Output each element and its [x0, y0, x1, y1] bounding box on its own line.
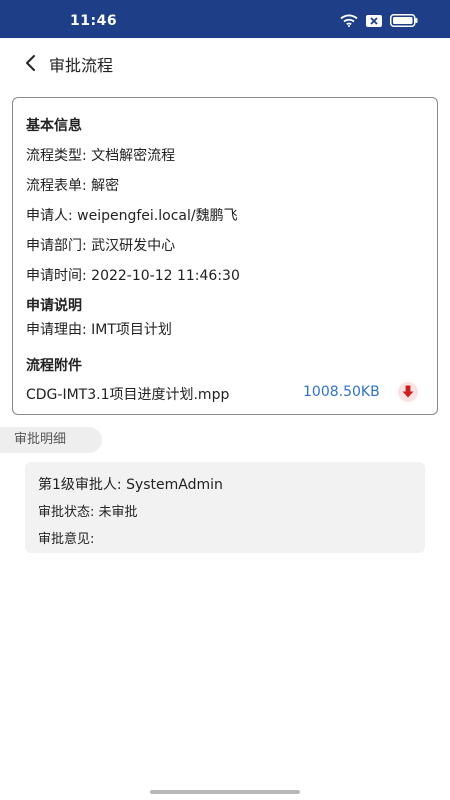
attachment-file-size[interactable]: 1008.50KB — [303, 384, 380, 400]
battery-icon — [390, 14, 418, 27]
download-icon[interactable] — [397, 381, 419, 403]
application-reason: 申请理由: IMT项目计划 — [26, 322, 172, 338]
status-time: 11:46 — [70, 13, 118, 29]
application-note-heading: 申请说明 — [26, 298, 82, 314]
applicant: 申请人: weipengfei.local/魏鹏飞 — [26, 208, 238, 224]
attachments-heading: 流程附件 — [26, 358, 82, 374]
process-type: 流程类型: 文档解密流程 — [26, 148, 176, 164]
info-card: 基本信息 流程类型: 文档解密流程 流程表单: 解密 申请人: weipengf… — [12, 97, 438, 415]
approval-details-tab[interactable]: 审批明细 — [0, 427, 102, 453]
process-form: 流程表单: 解密 — [26, 178, 120, 194]
department: 申请部门: 武汉研发中心 — [26, 238, 176, 254]
attachment-file-name[interactable]: CDG-IMT3.1项目进度计划.mpp — [26, 384, 229, 404]
approver-card: 第1级审批人: SystemAdmin 审批状态: 未审批 审批意见: — [25, 462, 425, 553]
page-title: 审批流程 — [49, 56, 114, 75]
status-icons — [340, 14, 418, 27]
apply-time: 申请时间: 2022-10-12 11:46:30 — [26, 268, 240, 284]
approver-level: 第1级审批人: SystemAdmin — [38, 477, 223, 493]
basic-info-heading: 基本信息 — [26, 118, 82, 134]
approval-status: 审批状态: 未审批 — [38, 505, 138, 520]
home-indicator[interactable] — [150, 790, 300, 794]
approval-opinion: 审批意见: — [38, 532, 95, 547]
sim-off-icon — [366, 14, 382, 27]
nav-bar: 审批流程 — [0, 38, 450, 88]
status-bar: 11:46 — [0, 0, 450, 38]
wifi-icon — [340, 14, 358, 27]
chevron-left-icon[interactable] — [22, 53, 40, 73]
